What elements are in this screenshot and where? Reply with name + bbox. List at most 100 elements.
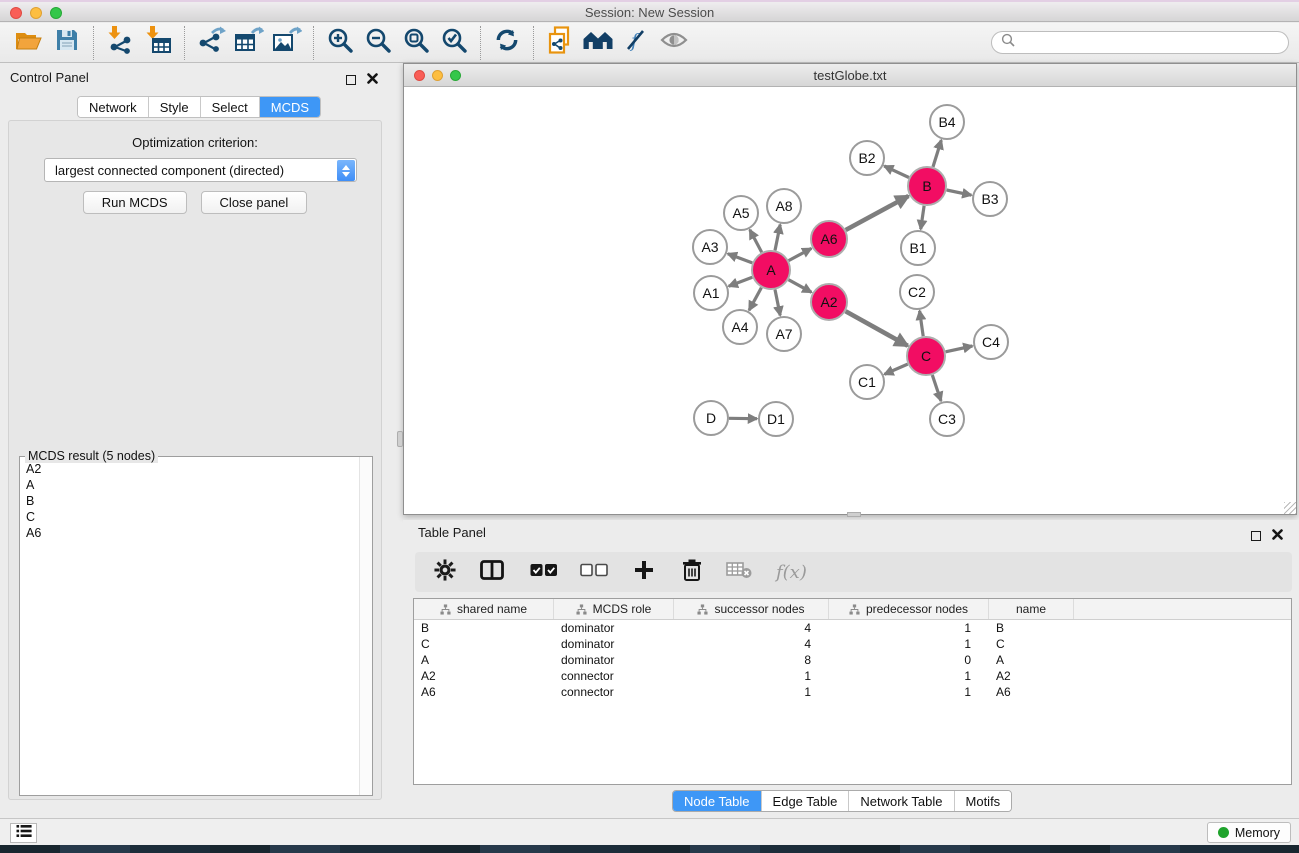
edge-A-A4[interactable] — [749, 288, 761, 311]
edge-A2-C[interactable] — [846, 311, 908, 346]
hide-function-button[interactable]: f — [617, 26, 655, 60]
cell[interactable]: dominator — [554, 653, 674, 667]
float-panel-icon[interactable] — [346, 75, 356, 85]
cell[interactable]: A6 — [414, 685, 554, 699]
table-settings-button[interactable] — [425, 555, 465, 589]
cell[interactable]: 1 — [829, 621, 989, 635]
tab-node-table[interactable]: Node Table — [673, 791, 762, 811]
edge-A-A8[interactable] — [775, 225, 780, 251]
cell[interactable]: dominator — [554, 621, 674, 635]
close-panel-icon[interactable] — [1272, 527, 1283, 545]
cell[interactable]: C — [414, 637, 554, 651]
column-header-mcds-role[interactable]: MCDS role — [554, 599, 674, 619]
network-canvas[interactable]: B4B2BB3A8A5A6A3B1AA1C2A2A4A7C4CC1C3DD1 — [404, 87, 1296, 514]
column-view-button[interactable] — [471, 555, 513, 589]
network-horizontal-scrollbar[interactable] — [847, 512, 861, 517]
deselect-all-button[interactable] — [571, 555, 617, 589]
cell[interactable]: 1 — [674, 685, 829, 699]
home-button[interactable] — [579, 26, 617, 60]
network-window-titlebar[interactable]: testGlobe.txt — [404, 64, 1296, 87]
cell[interactable]: A2 — [414, 669, 554, 683]
cell[interactable]: A — [989, 653, 1074, 667]
table-row[interactable]: Cdominator41C — [414, 636, 1291, 652]
memory-button[interactable]: Memory — [1207, 822, 1291, 843]
delete-column-button[interactable] — [673, 555, 711, 589]
edge-B-B3[interactable] — [947, 190, 972, 195]
edge-A-A2[interactable] — [789, 280, 812, 293]
run-mcds-button[interactable]: Run MCDS — [83, 191, 187, 214]
cell[interactable]: 1 — [829, 637, 989, 651]
eye-button[interactable] — [655, 26, 693, 60]
edge-B-B4[interactable] — [933, 140, 941, 167]
cell[interactable]: 0 — [829, 653, 989, 667]
copy-network-button[interactable] — [541, 26, 579, 60]
zoom-in-button[interactable] — [321, 26, 359, 60]
window-resize-grip[interactable] — [1284, 502, 1296, 514]
table-row[interactable]: A6connector11A6 — [414, 684, 1291, 700]
import-network-button[interactable] — [101, 26, 139, 60]
zoom-selected-button[interactable] — [435, 26, 473, 60]
cell[interactable]: B — [414, 621, 554, 635]
tab-style[interactable]: Style — [149, 97, 201, 117]
result-list-scrollbar[interactable] — [359, 457, 372, 795]
tab-network[interactable]: Network — [78, 97, 149, 117]
edge-A-A1[interactable] — [729, 277, 753, 286]
maximize-view-button[interactable] — [450, 70, 461, 81]
cell[interactable]: 4 — [674, 637, 829, 651]
delete-table-button[interactable] — [717, 555, 761, 589]
cell[interactable]: A — [414, 653, 554, 667]
result-item[interactable]: B — [26, 493, 353, 509]
cell[interactable]: 8 — [674, 653, 829, 667]
add-column-button[interactable] — [625, 555, 663, 589]
zoom-out-button[interactable] — [359, 26, 397, 60]
float-panel-icon[interactable] — [1251, 531, 1261, 541]
save-session-button[interactable] — [48, 26, 86, 60]
cell[interactable]: 1 — [674, 669, 829, 683]
network-vertical-scrollbar[interactable] — [397, 431, 403, 447]
edge-A-A7[interactable] — [775, 290, 780, 316]
column-header-shared-name[interactable]: shared name — [414, 599, 554, 619]
edge-A-A3[interactable] — [728, 254, 753, 263]
edge-B-B2[interactable] — [884, 166, 909, 178]
close-panel-icon[interactable] — [367, 71, 378, 89]
tab-select[interactable]: Select — [201, 97, 260, 117]
column-header-predecessor-nodes[interactable]: predecessor nodes — [829, 599, 989, 619]
tab-motifs[interactable]: Motifs — [955, 791, 1012, 811]
edge-C-C2[interactable] — [920, 311, 924, 336]
result-item[interactable]: A2 — [26, 461, 353, 477]
edge-C-C3[interactable] — [932, 375, 941, 401]
tab-network-table[interactable]: Network Table — [849, 791, 954, 811]
edge-C-C4[interactable] — [946, 346, 973, 352]
cell[interactable]: connector — [554, 669, 674, 683]
edge-C-C1[interactable] — [884, 364, 907, 374]
cell[interactable]: A2 — [989, 669, 1074, 683]
export-table-button[interactable] — [230, 26, 268, 60]
column-header-successor-nodes[interactable]: successor nodes — [674, 599, 829, 619]
edge-A-A6[interactable] — [789, 248, 812, 260]
table-row[interactable]: A2connector11A2 — [414, 668, 1291, 684]
edge-B-B1[interactable] — [921, 206, 924, 229]
cell[interactable]: C — [989, 637, 1074, 651]
select-all-button[interactable] — [521, 555, 567, 589]
export-network-button[interactable] — [192, 26, 230, 60]
tab-mcds[interactable]: MCDS — [260, 97, 320, 117]
optimization-criterion-select[interactable]: largest connected component (directed) — [44, 158, 357, 182]
cell[interactable]: A6 — [989, 685, 1074, 699]
table-row[interactable]: Bdominator41B — [414, 620, 1291, 636]
search-input[interactable] — [1021, 35, 1279, 50]
cell[interactable]: B — [989, 621, 1074, 635]
column-header-name[interactable]: name — [989, 599, 1074, 619]
panel-list-button[interactable] — [10, 823, 37, 843]
edge-A-A5[interactable] — [750, 230, 762, 253]
cell[interactable]: 4 — [674, 621, 829, 635]
close-view-button[interactable] — [414, 70, 425, 81]
table-row[interactable]: Adominator80A — [414, 652, 1291, 668]
result-item[interactable]: A — [26, 477, 353, 493]
result-item[interactable]: A6 — [26, 525, 353, 541]
cell[interactable]: dominator — [554, 637, 674, 651]
result-item[interactable]: C — [26, 509, 353, 525]
close-panel-button[interactable]: Close panel — [201, 191, 308, 214]
function-builder-button[interactable]: f(x) — [767, 555, 816, 589]
edge-A6-B[interactable] — [846, 196, 909, 230]
cell[interactable]: 1 — [829, 685, 989, 699]
